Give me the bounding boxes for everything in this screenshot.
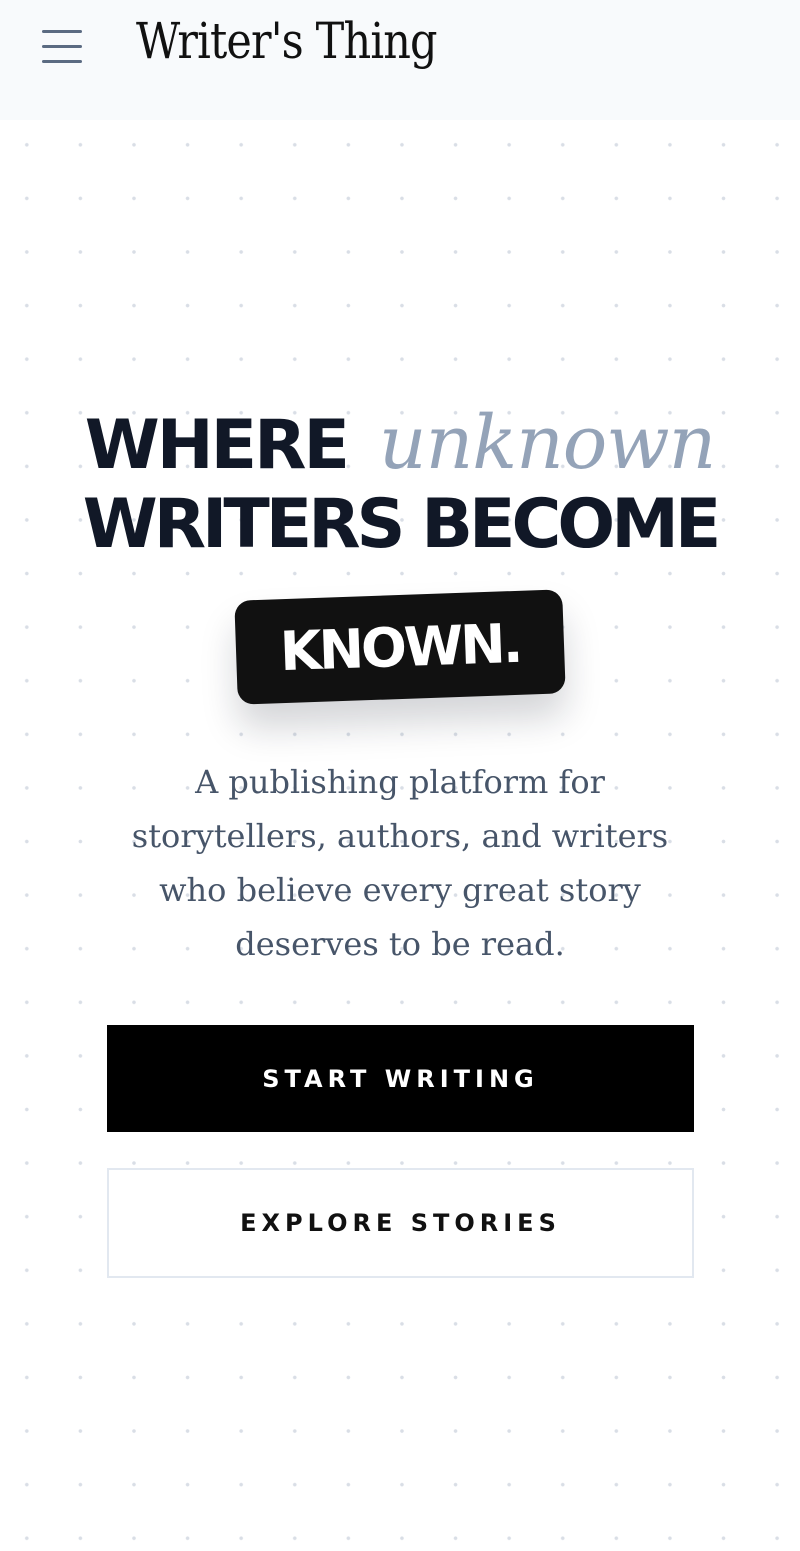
site-header: Writer's Thing <box>0 0 800 120</box>
headline-known: KNOWN. <box>278 611 522 683</box>
headline-line-1: WHERE unknown <box>0 400 800 490</box>
headline-where: WHERE <box>84 406 350 485</box>
explore-stories-button[interactable]: EXPLORE STORIES <box>107 1168 694 1278</box>
menu-button[interactable] <box>36 24 88 70</box>
headline-line-2: WRITERS BECOME <box>82 485 722 564</box>
hero-subtitle: A publishing platform for storytellers, … <box>131 763 669 963</box>
hero-section: WHERE unknown WRITERS BECOME KNOWN. <box>0 400 800 705</box>
known-badge: KNOWN. <box>234 589 566 705</box>
headline-unknown: unknown <box>378 400 716 486</box>
start-writing-button[interactable]: START WRITING <box>107 1025 694 1132</box>
hamburger-menu-icon <box>42 30 82 64</box>
site-logo[interactable]: Writer's Thing <box>136 12 438 70</box>
